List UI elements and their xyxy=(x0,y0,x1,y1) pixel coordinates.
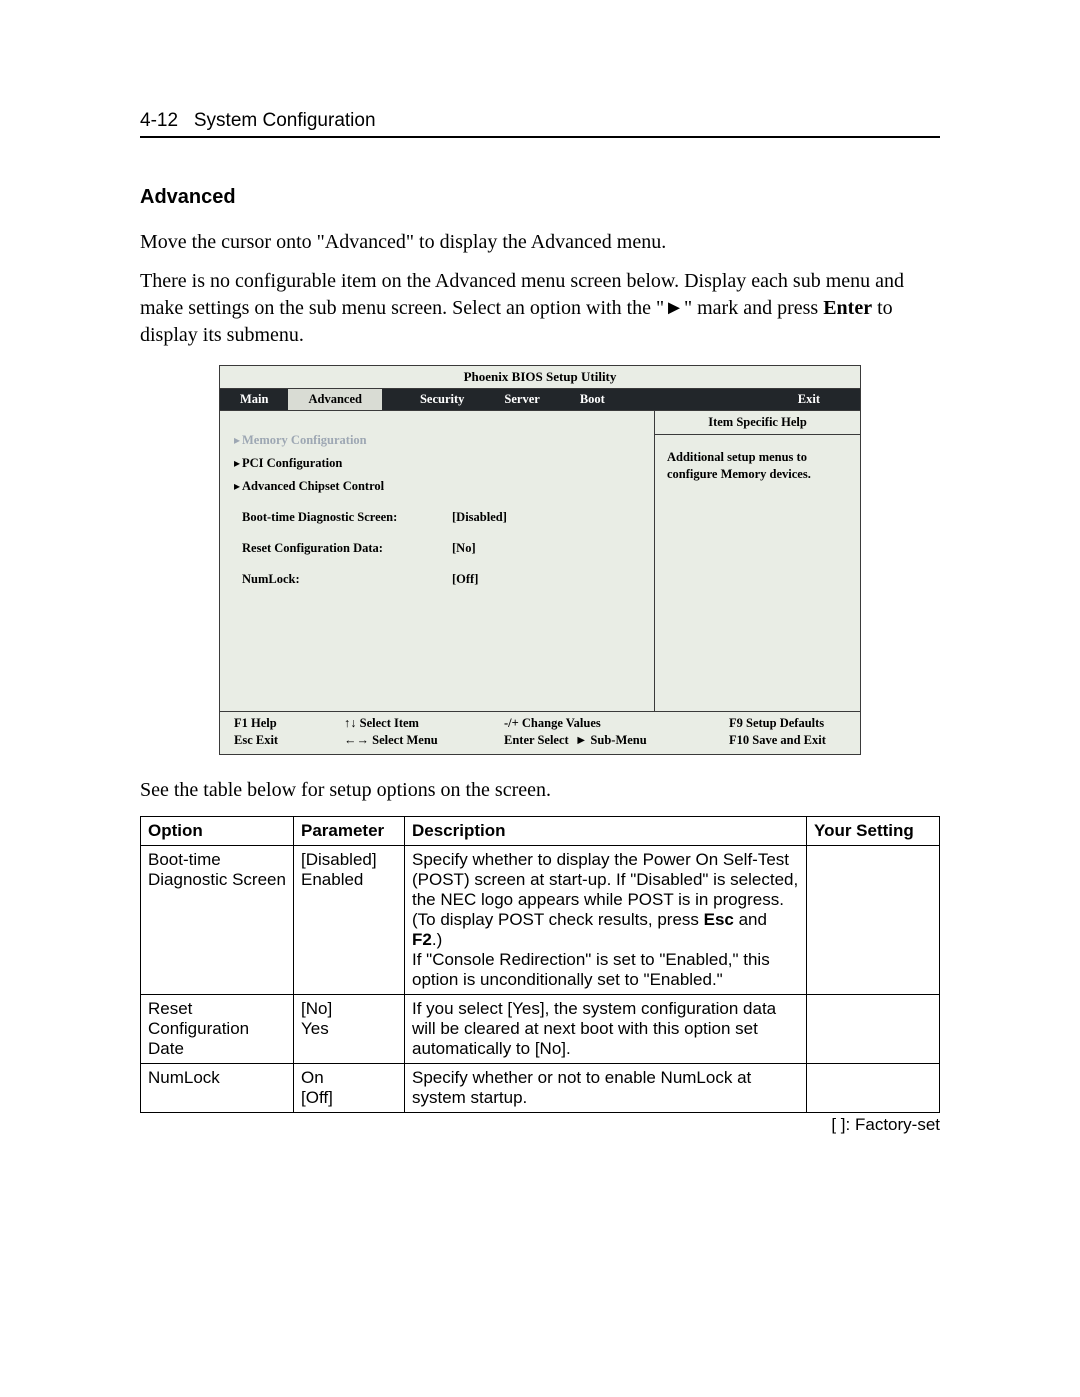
footer-col-1: F1 Help Esc Exit xyxy=(234,716,344,748)
setup-options-table: Option Parameter Description Your Settin… xyxy=(140,816,940,1113)
table-head: Option Parameter Description Your Settin… xyxy=(141,817,940,846)
item-label: PCI Configuration xyxy=(242,456,452,471)
item-value: [Off] xyxy=(452,572,478,587)
help-text: Additional setup menus to configure Memo… xyxy=(655,435,860,483)
bios-left-panel: ▸ Memory Configuration ▸ PCI Configurati… xyxy=(220,411,654,711)
f1-help: F1 Help xyxy=(234,716,344,731)
item-label: NumLock: xyxy=(242,572,452,587)
footer-col-3: -/+ Change Values Enter Select ► Sub-Men… xyxy=(504,716,729,748)
page-title: System Configuration xyxy=(194,110,376,131)
f9-setup-defaults: F9 Setup Defaults xyxy=(729,716,846,731)
intro-para-1: Move the cursor onto "Advanced" to displ… xyxy=(140,229,940,256)
bios-window: Phoenix BIOS Setup Utility Main Advanced… xyxy=(219,365,861,755)
item-value: [Disabled] xyxy=(452,510,507,525)
enter-select: Enter Select ► Sub-Menu xyxy=(504,733,729,748)
item-numlock[interactable]: NumLock: [Off] xyxy=(234,572,640,587)
table-row: Reset Configuration Date [No] Yes If you… xyxy=(141,995,940,1064)
arrow-icon: ▸ xyxy=(234,479,242,494)
tab-server[interactable]: Server xyxy=(484,389,559,410)
item-label: Reset Configuration Data: xyxy=(242,541,452,556)
bios-screenshot: Phoenix BIOS Setup Utility Main Advanced… xyxy=(140,365,940,755)
intro-para-2a: There is no configurable item on the Adv… xyxy=(140,270,904,319)
tab-exit[interactable]: Exit xyxy=(778,389,860,410)
cell-parameter: [Disabled] Enabled xyxy=(294,846,405,995)
tab-security[interactable]: Security xyxy=(400,389,484,410)
header-your-setting: Your Setting xyxy=(807,817,940,846)
item-pci-config[interactable]: ▸ PCI Configuration xyxy=(234,456,640,471)
after-bios-para: See the table below for setup options on… xyxy=(140,777,940,804)
page: 4-12 System Configuration Advanced Move … xyxy=(0,0,1080,1195)
item-adv-chipset[interactable]: ▸ Advanced Chipset Control xyxy=(234,479,640,494)
page-number: 4-12 xyxy=(140,110,178,131)
table-header-row: Option Parameter Description Your Settin… xyxy=(141,817,940,846)
cell-setting[interactable] xyxy=(807,995,940,1064)
item-label: Boot-time Diagnostic Screen: xyxy=(242,510,452,525)
header-parameter: Parameter xyxy=(294,817,405,846)
cell-option: Reset Configuration Date xyxy=(141,995,294,1064)
footer-col-4: F9 Setup Defaults F10 Save and Exit xyxy=(729,716,846,748)
item-value: [No] xyxy=(452,541,476,556)
cell-description: Specify whether or not to enable NumLock… xyxy=(405,1064,807,1113)
header-description: Description xyxy=(405,817,807,846)
f10-save-exit: F10 Save and Exit xyxy=(729,733,846,748)
cell-parameter: [No] Yes xyxy=(294,995,405,1064)
header-option: Option xyxy=(141,817,294,846)
footer-col-2: ↑↓ Select Item ←→ Select Menu xyxy=(344,716,504,748)
table-row: NumLock On [Off] Specify whether or not … xyxy=(141,1064,940,1113)
factory-set-note: [ ]: Factory-set xyxy=(140,1115,940,1135)
tab-main[interactable]: Main xyxy=(220,389,288,410)
bios-help-panel: Item Specific Help Additional setup menu… xyxy=(654,411,860,711)
cell-description: Specify whether to display the Power On … xyxy=(405,846,807,995)
item-label: Advanced Chipset Control xyxy=(242,479,452,494)
bios-tabs: Main Advanced Security Server Boot Exit xyxy=(220,389,860,411)
help-title: Item Specific Help xyxy=(655,411,860,435)
intro-para-2b: Enter xyxy=(823,297,872,319)
section-title: Advanced xyxy=(140,186,940,209)
item-label: Memory Configuration xyxy=(242,433,452,448)
change-values: -/+ Change Values xyxy=(504,716,729,731)
item-boot-diag[interactable]: Boot-time Diagnostic Screen: [Disabled] xyxy=(234,510,640,525)
item-memory-config[interactable]: ▸ Memory Configuration xyxy=(234,433,640,448)
table-body: Boot-time Diagnostic Screen [Disabled] E… xyxy=(141,846,940,1113)
cell-option: NumLock xyxy=(141,1064,294,1113)
bios-title: Phoenix BIOS Setup Utility xyxy=(220,366,860,389)
tab-boot[interactable]: Boot xyxy=(560,389,625,410)
arrow-icon: ▸ xyxy=(234,433,242,448)
bios-footer: F1 Help Esc Exit ↑↓ Select Item ←→ Selec… xyxy=(220,712,860,754)
cell-setting[interactable] xyxy=(807,846,940,995)
select-item: ↑↓ Select Item xyxy=(344,716,504,731)
cell-option: Boot-time Diagnostic Screen xyxy=(141,846,294,995)
cell-description: If you select [Yes], the system configur… xyxy=(405,995,807,1064)
table-row: Boot-time Diagnostic Screen [Disabled] E… xyxy=(141,846,940,995)
arrow-icon: ▸ xyxy=(234,456,242,471)
cell-parameter: On [Off] xyxy=(294,1064,405,1113)
select-menu: ←→ Select Menu xyxy=(344,733,504,748)
tab-advanced[interactable]: Advanced xyxy=(288,389,381,410)
cell-setting[interactable] xyxy=(807,1064,940,1113)
bios-body: ▸ Memory Configuration ▸ PCI Configurati… xyxy=(220,411,860,712)
esc-exit: Esc Exit xyxy=(234,733,344,748)
intro-para-2: There is no configurable item on the Adv… xyxy=(140,268,940,349)
page-header: 4-12 System Configuration xyxy=(140,110,940,138)
item-reset-conf[interactable]: Reset Configuration Data: [No] xyxy=(234,541,640,556)
